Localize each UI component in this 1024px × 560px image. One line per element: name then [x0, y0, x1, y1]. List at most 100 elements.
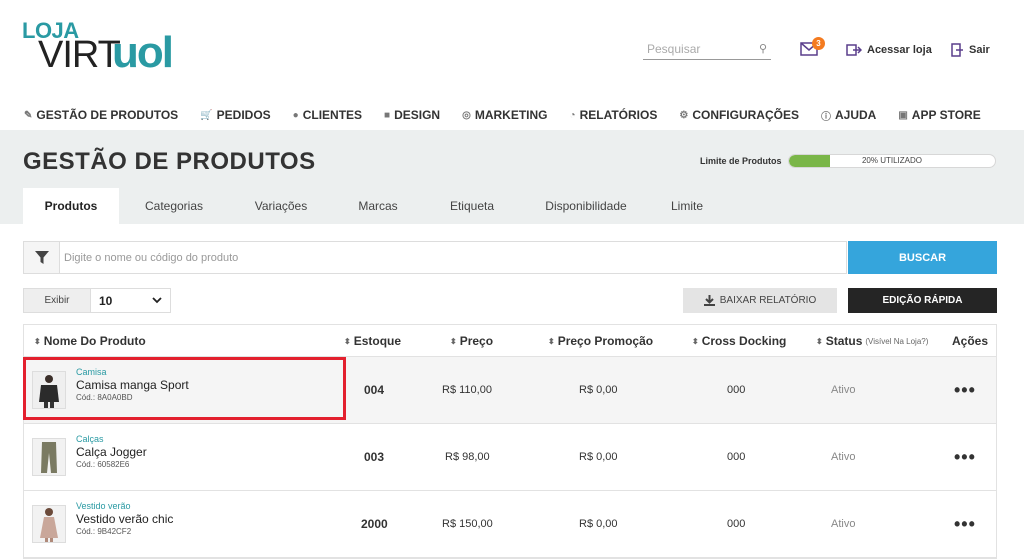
more-actions-icon[interactable]: ••• [954, 491, 976, 557]
store-icon: ▣ [898, 109, 908, 121]
sort-icon: ⬍ [692, 336, 699, 346]
product-thumbnail[interactable] [32, 505, 66, 543]
limite-progress-text: 20% UTILIZADO [861, 156, 922, 165]
more-actions-icon[interactable]: ••• [954, 424, 976, 490]
search-icon[interactable]: ⚲ [759, 42, 767, 55]
product-name[interactable]: Calça Jogger [76, 445, 147, 459]
tab-categorias[interactable]: Categorias [119, 188, 229, 224]
table-row[interactable]: Calças Calça Jogger Cód.: 60582E6 003 R$… [24, 424, 996, 491]
header: LOJA VIRT uol ⚲ 3 Acessar loja Sair ✎GES… [0, 0, 1024, 130]
nav-label: CONFIGURAÇÕES [692, 108, 799, 122]
tab-disponibilidade[interactable]: Disponibilidade [521, 188, 651, 224]
cart-icon: 🛒 [200, 109, 213, 121]
exibir-select[interactable]: 10 [91, 289, 170, 312]
products-table: ⬍ Nome Do Produto ⬍ Estoque ⬍ Preço ⬍ Preço … [23, 324, 997, 559]
logo-uol-text: uol [112, 28, 174, 77]
nav-ajuda[interactable]: ⓘ AJUDA [821, 108, 876, 123]
column-label: Nome Do Produto [43, 334, 146, 348]
table-header: ⬍ Nome Do Produto ⬍ Estoque ⬍ Preço ⬍ Preço … [24, 325, 996, 357]
sort-icon: ⬍ [816, 336, 823, 346]
shirt-photo [33, 372, 65, 408]
sort-icon: ⬍ [450, 336, 457, 346]
help-icon: ⓘ [820, 111, 831, 123]
exibir-label: Exibir [24, 289, 91, 312]
baixar-relatorio-button[interactable]: BAIXAR RELATÓRIO [683, 288, 837, 313]
product-search-input[interactable] [64, 248, 834, 268]
product-category[interactable]: Vestido verão [76, 501, 131, 511]
download-icon [703, 295, 715, 306]
tab-produtos[interactable]: Produtos [23, 188, 119, 224]
target-icon: ◎ [462, 109, 471, 121]
product-code: Cód.: 9B42CF2 [76, 527, 132, 536]
edit-icon: ✎ [24, 109, 33, 121]
column-label: Cross Docking [701, 334, 787, 348]
nav-pedidos[interactable]: 🛒 PEDIDOS [200, 108, 270, 122]
nav-configuracoes[interactable]: ⚙ CONFIGURAÇÕES [679, 108, 799, 122]
price-value: R$ 150,00 [442, 518, 493, 530]
mail-button[interactable]: 3 [800, 37, 825, 58]
stock-value: 004 [364, 383, 385, 397]
column-estoque[interactable]: ⬍ Estoque [344, 325, 401, 357]
column-preco-promocao[interactable]: ⬍ Preço Promoção [548, 325, 653, 357]
edicao-rapida-button[interactable]: EDIÇÃO RÁPIDA [848, 288, 997, 313]
column-label: Preço [459, 334, 494, 348]
nav-design[interactable]: ■ DESIGN [384, 108, 440, 122]
stock-value: 2000 [361, 517, 388, 531]
top-search-input[interactable] [643, 40, 751, 58]
tab-etiqueta[interactable]: Etiqueta [423, 188, 521, 224]
sort-icon: ⬍ [34, 336, 41, 346]
nav-clientes[interactable]: ● CLIENTES [293, 108, 362, 122]
cross-docking-value: 000 [727, 384, 746, 396]
product-category[interactable]: Camisa [76, 367, 107, 377]
tab-marcas[interactable]: Marcas [333, 188, 423, 224]
cross-docking-value: 000 [727, 518, 746, 530]
promo-price-value: R$ 0,00 [579, 518, 618, 530]
price-value: R$ 110,00 [442, 384, 492, 396]
product-thumbnail[interactable] [32, 371, 66, 409]
buscar-button[interactable]: BUSCAR [848, 241, 997, 274]
status-value: Ativo [831, 384, 856, 396]
mail-count-badge: 3 [812, 37, 825, 50]
logo-virt-text: VIRT [38, 34, 121, 76]
baixar-relatorio-label: BAIXAR RELATÓRIO [719, 295, 817, 306]
content-panel: BUSCAR Exibir 10 BAIXAR RELATÓRIO EDIÇÃO… [0, 224, 1024, 560]
nav-label: CLIENTES [302, 108, 363, 122]
acessar-loja-link[interactable]: Acessar loja [846, 43, 932, 57]
sort-icon: ⬍ [548, 336, 555, 346]
pie-chart-icon: ◔ [569, 109, 576, 121]
product-name[interactable]: Camisa manga Sport [76, 378, 189, 392]
design-icon: ■ [384, 109, 391, 121]
nav-marketing[interactable]: ◎ MARKETING [462, 108, 547, 122]
tabs: Produtos Categorias Variações Marcas Eti… [23, 188, 723, 224]
chevron-down-icon [152, 297, 162, 304]
filter-button[interactable] [24, 242, 60, 273]
gears-icon: ⚙ [679, 109, 689, 121]
column-nome[interactable]: ⬍ Nome Do Produto [34, 325, 146, 357]
dress-photo [33, 506, 65, 542]
nav-gestao-produtos[interactable]: ✎ GESTÃO DE PRODUTOS [24, 108, 178, 122]
product-category[interactable]: Calças [76, 434, 104, 444]
product-name[interactable]: Vestido verão chic [76, 512, 173, 526]
price-value: R$ 98,00 [445, 451, 490, 463]
more-actions-icon[interactable]: ••• [954, 357, 976, 423]
logout-icon [951, 43, 963, 57]
nav-relatorios[interactable]: ◔ RELATÓRIOS [570, 108, 658, 122]
column-cross-docking[interactable]: ⬍ Cross Docking [692, 325, 786, 357]
table-row[interactable]: Vestido verão Vestido verão chic Cód.: 9… [24, 491, 996, 558]
tab-limite[interactable]: Limite [651, 188, 723, 224]
filter-icon [34, 250, 49, 264]
limite-produtos-label: Limite de Produtos [700, 156, 782, 166]
logo[interactable]: LOJA VIRT uol [22, 18, 192, 77]
product-thumbnail[interactable] [32, 438, 66, 476]
column-preco[interactable]: ⬍ Preço [450, 325, 493, 357]
table-row[interactable]: Camisa Camisa manga Sport Cód.: 8A0A0BD … [24, 357, 996, 424]
nav-app-store[interactable]: ▣ APP STORE [898, 108, 980, 122]
page-title: GESTÃO DE PRODUTOS [23, 148, 316, 175]
column-label: Preço Promoção [557, 334, 654, 348]
exibir-control: Exibir 10 [23, 288, 171, 313]
sair-link[interactable]: Sair [950, 43, 990, 57]
tab-variacoes[interactable]: Variações [229, 188, 333, 224]
column-status[interactable]: ⬍ Status (Visível Na Loja?) [816, 325, 928, 357]
main-nav: ✎ GESTÃO DE PRODUTOS 🛒 PEDIDOS ● CLIENTES ■… [24, 107, 1003, 123]
column-sublabel: (Visível Na Loja?) [865, 336, 929, 346]
